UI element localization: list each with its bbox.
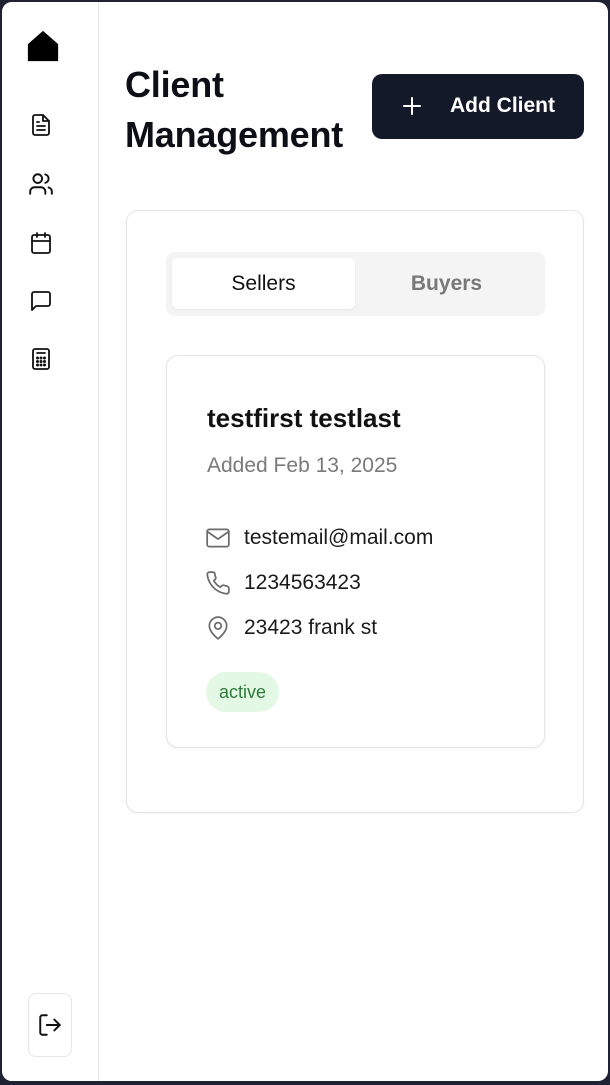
client-email: testemail@mail.com xyxy=(244,526,434,549)
client-name: testfirst testlast xyxy=(207,403,401,433)
file-text-icon xyxy=(32,114,50,136)
calendar-icon xyxy=(31,232,51,254)
status-badge: active xyxy=(206,672,280,712)
calculator-icon xyxy=(32,348,50,370)
client-phone-row: 1234563423 xyxy=(205,568,361,598)
tab-buyers-label: Buyers xyxy=(410,272,483,295)
message-square-icon xyxy=(31,291,51,311)
app-window: Client Management Add Client Sellers Buy… xyxy=(2,2,608,1081)
main-content: Client Management Add Client Sellers Buy… xyxy=(99,2,608,1081)
log-out-icon xyxy=(39,1014,61,1036)
plus-icon xyxy=(403,97,421,115)
tab-sellers[interactable]: Sellers xyxy=(172,258,355,309)
sidebar-item-documents[interactable] xyxy=(26,110,56,140)
sidebar-item-messages[interactable] xyxy=(26,286,56,316)
add-client-button[interactable]: Add Client xyxy=(372,74,584,139)
users-icon xyxy=(29,173,53,195)
home-icon[interactable] xyxy=(26,29,60,63)
add-client-label: Add Client xyxy=(450,94,555,117)
clients-panel: Sellers Buyers testfirst testlast Added … xyxy=(126,210,584,813)
sidebar-item-calculator[interactable] xyxy=(26,344,56,374)
client-added-date: Added Feb 13, 2025 xyxy=(207,454,398,477)
sidebar xyxy=(2,2,99,1081)
map-pin-icon xyxy=(205,615,231,641)
client-phone: 1234563423 xyxy=(244,571,361,594)
sidebar-item-clients[interactable] xyxy=(26,169,56,199)
client-type-tabs: Sellers Buyers xyxy=(166,252,545,316)
page-title: Client Management xyxy=(125,64,344,155)
client-email-row: testemail@mail.com xyxy=(205,523,433,553)
client-address: 23423 frank st xyxy=(244,616,378,639)
tab-sellers-label: Sellers xyxy=(231,272,296,295)
logout-button[interactable] xyxy=(28,993,72,1057)
sidebar-item-calendar[interactable] xyxy=(26,228,56,258)
phone-icon xyxy=(205,570,231,596)
client-address-row: 23423 frank st xyxy=(205,613,377,643)
client-card[interactable]: testfirst testlast Added Feb 13, 2025 te… xyxy=(166,355,545,748)
mail-icon xyxy=(205,525,231,551)
tab-buyers[interactable]: Buyers xyxy=(355,258,538,309)
